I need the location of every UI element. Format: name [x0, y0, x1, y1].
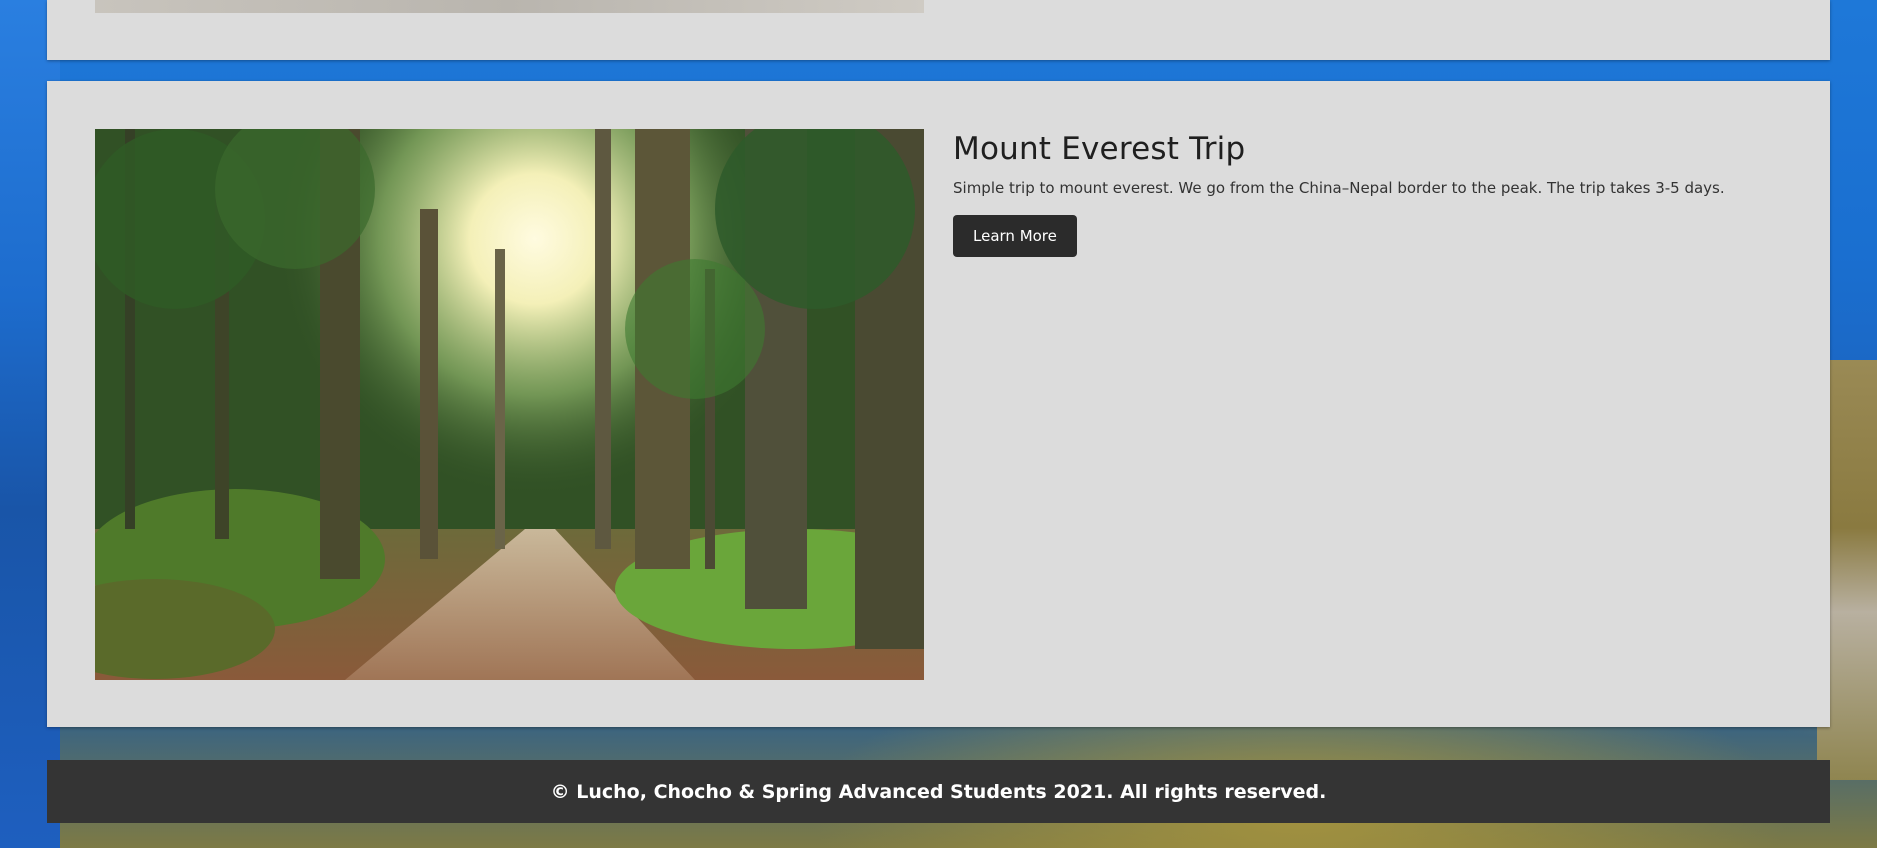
learn-more-button[interactable]: Learn More [953, 215, 1077, 257]
trip-card-previous [47, 0, 1830, 60]
forest-photo [95, 129, 924, 680]
trip-card-content: Mount Everest Trip Simple trip to mount … [953, 129, 1790, 257]
trip-description: Simple trip to mount everest. We go from… [953, 179, 1725, 197]
footer-copyright: © Lucho, Chocho & Spring Advanced Studen… [550, 780, 1327, 803]
footer: © Lucho, Chocho & Spring Advanced Studen… [47, 760, 1830, 823]
trip-card: Mount Everest Trip Simple trip to mount … [47, 81, 1830, 727]
trip-title: Mount Everest Trip [953, 131, 1246, 167]
trip-card-previous-image [95, 0, 924, 13]
